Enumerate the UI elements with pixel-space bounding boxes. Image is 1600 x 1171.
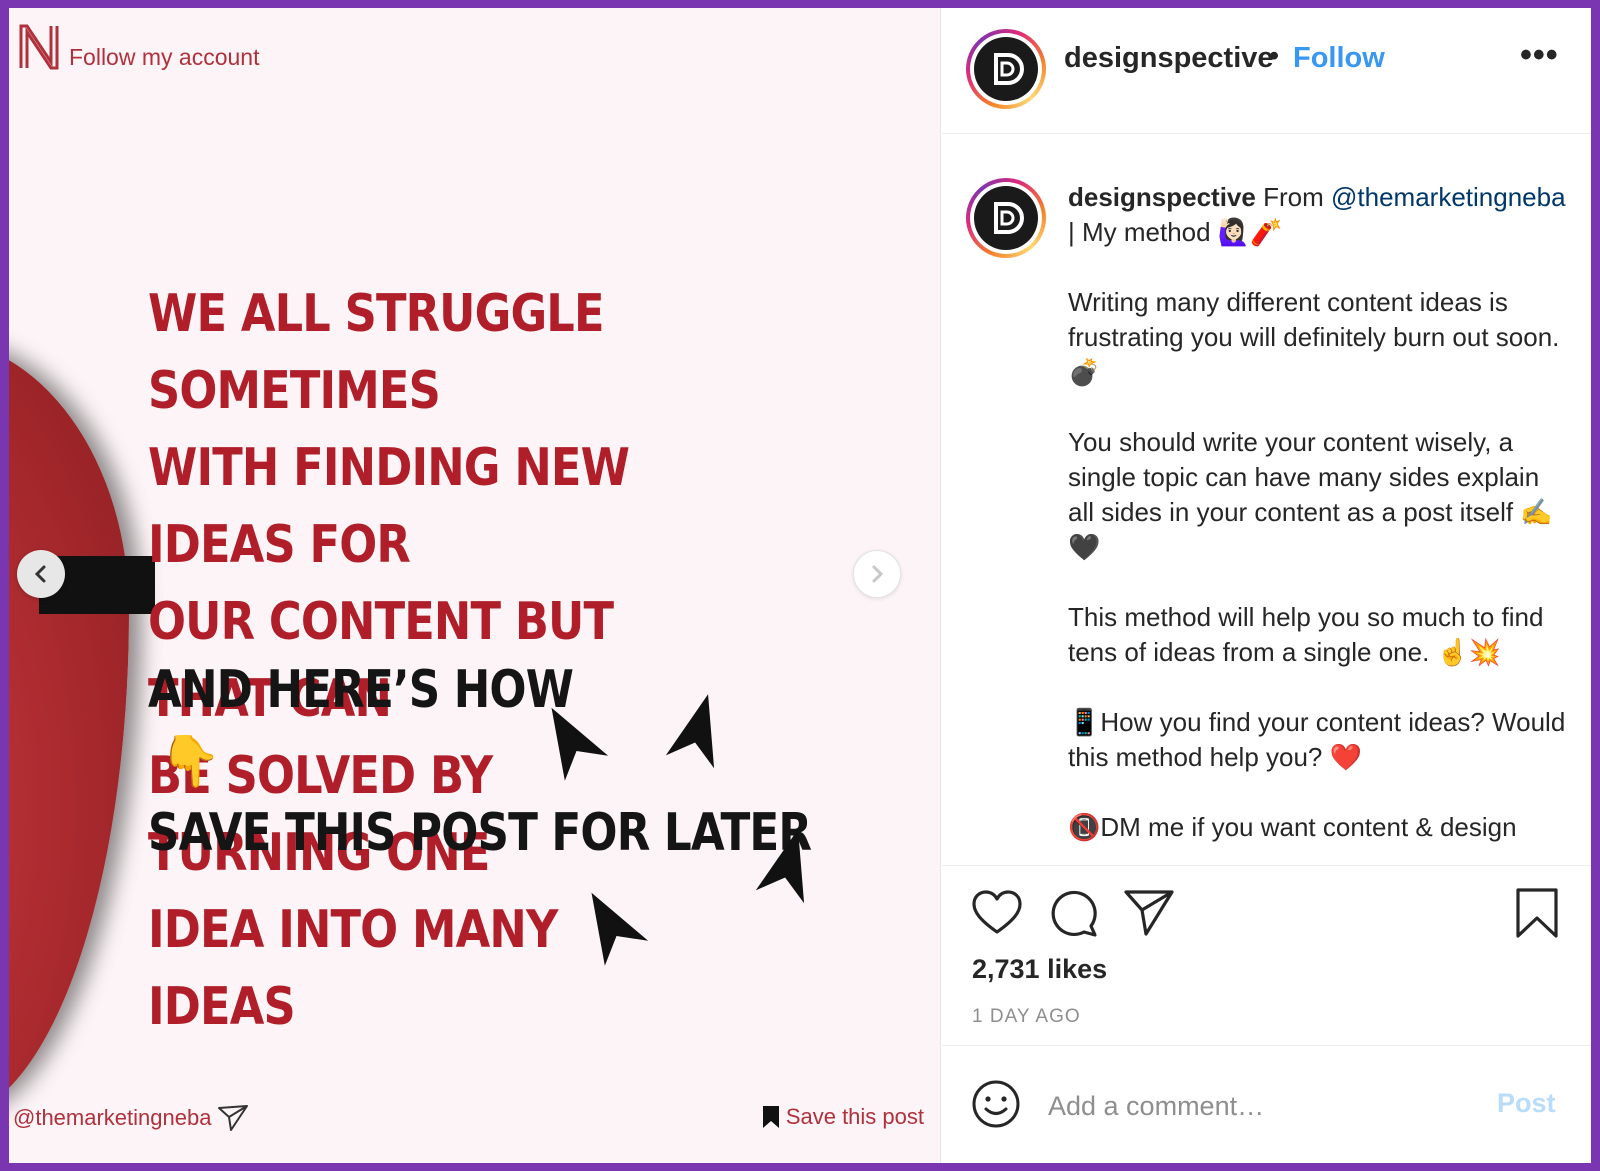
subline-text: AND HERE’S HOW [148,660,574,720]
bookmark-icon [762,1106,779,1128]
caption-text: designspective From @themarketingneba | … [1068,180,1568,845]
caption-username[interactable]: designspective [1068,182,1256,212]
footer-handle-text: @themarketingneba [13,1105,212,1130]
post-frame: Follow my account WE ALL STRUGGLE SOMETI… [9,8,1591,1163]
designspective-logo-icon [994,202,1024,234]
caption-mention-link[interactable]: @themarketingneba [1331,182,1566,212]
likes-count[interactable]: 2,731 likes [972,954,1107,985]
post-timestamp: 1 DAY AGO [972,1006,1081,1027]
post-actions: 2,731 likes 1 DAY AGO [942,866,1591,1046]
decorative-red-shape [9,338,129,1118]
save-bookmark-icon[interactable] [1510,886,1564,940]
caption-area[interactable]: designspective From @themarketingneba | … [942,134,1591,866]
save-later-text: SAVE THIS POST FOR LATER [148,803,812,863]
post-comment-button[interactable]: Post [1497,1088,1556,1119]
header-username[interactable]: designspective [1064,42,1274,75]
caption-avatar[interactable] [966,178,1046,258]
pointing-down-emoji: 👇 [159,733,222,789]
footer-save-text: Save this post [785,1104,924,1129]
previous-slide-button[interactable] [17,550,65,598]
comment-row: Post [942,1046,1591,1163]
footer-handle: @themarketingneba [13,1104,249,1132]
follow-my-account-link[interactable]: Follow my account [69,44,259,71]
header-separator: • [1269,40,1280,72]
chevron-right-icon [872,565,884,583]
follow-button[interactable]: Follow [1293,42,1385,75]
footer-save: Save this post [762,1104,924,1130]
post-header: designspective • Follow ••• [942,8,1591,134]
designspective-logo-icon [994,53,1024,85]
caption-intro-rest: | My method 🙋🏻‍♀️🧨 [1068,217,1283,247]
emoji-smile-icon[interactable] [970,1078,1022,1130]
headline-line: WE ALL STRUGGLE SOMETIMES [148,284,604,421]
next-slide-button[interactable] [853,550,901,598]
caption-paragraph: Writing many different content ideas is … [1068,287,1560,387]
comment-bubble-icon[interactable] [1046,886,1100,940]
share-send-icon[interactable] [1122,886,1176,940]
headline-line: WITH FINDING NEW IDEAS FOR [148,438,630,575]
comment-input[interactable] [1048,1086,1478,1126]
like-heart-icon[interactable] [970,886,1024,940]
brand-n-logo-icon [19,24,59,70]
caption-intro: From [1263,182,1324,212]
caption-paragraph: 📱How you find your content ideas? Would … [1068,707,1566,772]
chevron-left-icon [34,565,46,583]
send-icon [218,1105,249,1131]
post-media[interactable]: Follow my account WE ALL STRUGGLE SOMETI… [9,8,941,1163]
more-options-button[interactable]: ••• [1520,36,1559,75]
avatar[interactable] [966,29,1046,109]
caption-paragraph: You should write your content wisely, a … [1068,427,1553,562]
caption-paragraph: This method will help you so much to fin… [1068,602,1544,667]
caption-paragraph: 📵DM me if you want content & design [1068,812,1517,842]
post-sidebar: designspective • Follow ••• designspecti… [942,8,1591,1163]
